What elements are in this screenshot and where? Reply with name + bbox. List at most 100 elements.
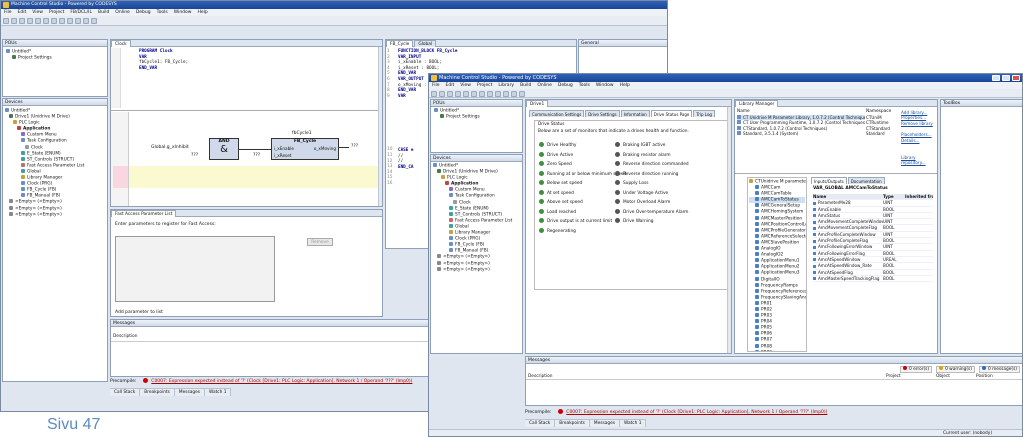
bottom-tab-watch1[interactable]: Watch 1	[205, 389, 232, 396]
library-action-link[interactable]: Details...	[901, 138, 937, 143]
bottom-tab-watch1[interactable]: Watch 1	[620, 420, 647, 427]
menu-item-window[interactable]: Window	[171, 9, 195, 16]
fast-access-list[interactable]	[115, 236, 275, 302]
menu-item-build[interactable]: Build	[95, 9, 112, 16]
new-icon[interactable]	[431, 90, 437, 97]
drive-scrollbar[interactable]	[727, 107, 731, 353]
save-icon[interactable]	[19, 17, 25, 24]
library-tree-item[interactable]: AMCHomingSystem	[749, 209, 805, 215]
clock-scrollbar[interactable]	[378, 47, 382, 206]
run-icon[interactable]	[83, 17, 89, 24]
library-action-link[interactable]: Remove library	[901, 121, 937, 126]
fb-output-placeholder[interactable]: ???	[253, 153, 260, 158]
menu-item-tools[interactable]: Tools	[576, 82, 593, 89]
drive-subtab[interactable]: Trip Log	[693, 110, 715, 117]
menu-item-edit[interactable]: Edit	[443, 82, 458, 89]
front-precompile-error[interactable]: C0007: Expression expected instead of '?…	[566, 410, 827, 415]
menu-item-build[interactable]: Build	[517, 82, 534, 89]
minimize-button[interactable]	[992, 75, 1000, 81]
undo-icon[interactable]	[27, 17, 33, 24]
menu-item-view[interactable]: View	[29, 9, 46, 16]
undo-icon[interactable]	[455, 90, 461, 97]
remove-button[interactable]: Remove	[307, 238, 333, 246]
tab-library-manager[interactable]: Library Manager	[735, 100, 779, 107]
library-tree-item[interactable]: AMCPositionControlLoop	[749, 221, 806, 228]
build-icon[interactable]	[67, 17, 73, 24]
menu-item-library[interactable]: Library	[495, 82, 517, 89]
login-icon[interactable]	[503, 90, 509, 97]
fb-out-placeholder[interactable]: ???	[351, 144, 358, 149]
menu-item-tools[interactable]: Tools	[154, 9, 171, 16]
menu-item-view[interactable]: View	[457, 82, 474, 89]
open-icon[interactable]	[439, 90, 445, 97]
library-row[interactable]: Standard, 3.5.1.4 (System)	[737, 131, 865, 136]
drive-subtab[interactable]: Drive Status Page	[650, 110, 693, 117]
library-tree-item[interactable]: FrequencyReferences	[749, 288, 806, 295]
menu-item-help[interactable]: Help	[617, 82, 633, 89]
add-parameter-link[interactable]: Add parameter to list	[115, 310, 163, 315]
menu-item-fbdclil[interactable]: FB/DCL/IL	[67, 9, 95, 16]
lib-subtab[interactable]: Inputs/Outputs	[811, 177, 847, 184]
tab-fast-access[interactable]: Fast Access Parameter List	[111, 210, 177, 217]
close-button[interactable]	[1012, 75, 1020, 81]
redo-icon[interactable]	[35, 17, 41, 24]
new-icon[interactable]	[3, 17, 9, 24]
tree-item[interactable]: <Empty> (<Empty>)	[5, 211, 105, 218]
paste-icon[interactable]	[59, 17, 65, 24]
library-action-link[interactable]: Placeholders...	[901, 132, 937, 137]
copy-icon[interactable]	[51, 17, 57, 24]
clock-declaration[interactable]: PROGRAM Clock VAR fbCycle1: FB_Cycle; END_…	[139, 49, 188, 71]
menu-item-help[interactable]: Help	[194, 9, 210, 16]
library-tree-item[interactable]: FrequencyRamps	[749, 282, 805, 289]
lib-subtab[interactable]: Documentation	[847, 177, 885, 184]
menu-item-file[interactable]: File	[1, 9, 15, 16]
menu-item-project[interactable]: Project	[474, 82, 495, 89]
build-icon[interactable]	[495, 90, 501, 97]
message-count-filter[interactable]: 0 error(s)	[899, 365, 933, 373]
and-block[interactable]: AND &	[209, 138, 239, 160]
copy-icon[interactable]	[479, 90, 485, 97]
stop-icon[interactable]	[519, 90, 525, 97]
bottom-tab-messages[interactable]: Messages	[590, 420, 620, 427]
tab-drive1[interactable]: Drive1	[526, 100, 549, 107]
fb-cycle-body[interactable]: CASE e // //END_CA	[398, 148, 414, 170]
run-icon[interactable]	[511, 90, 517, 97]
maximize-button[interactable]	[1002, 75, 1010, 81]
menu-item-edit[interactable]: Edit	[15, 9, 30, 16]
redo-icon[interactable]	[463, 90, 469, 97]
tab-global[interactable]: Global	[414, 40, 437, 47]
tree-item[interactable]: Project Settings	[6, 55, 104, 61]
paste-icon[interactable]	[487, 90, 493, 97]
menu-item-online[interactable]: Online	[112, 9, 133, 16]
menu-item-project[interactable]: Project	[46, 9, 67, 16]
open-icon[interactable]	[11, 17, 17, 24]
message-count-filter[interactable]: 0 message(s)	[978, 365, 1020, 373]
menu-item-debug[interactable]: Debug	[133, 9, 154, 16]
save-icon[interactable]	[447, 90, 453, 97]
tree-item[interactable]: <Empty> (<Empty>)	[433, 266, 520, 273]
tree-item[interactable]: Project Settings	[434, 114, 519, 120]
login-icon[interactable]	[75, 17, 81, 24]
bottom-tab-callstack[interactable]: Call Stack	[110, 389, 141, 396]
drive-subtab[interactable]: Information	[620, 110, 650, 117]
bottom-tab-breakpoints[interactable]: Breakpoints	[555, 420, 590, 427]
library-tree-item[interactable]: AMCProfileGenerator	[749, 227, 806, 234]
library-tree-item[interactable]: AMCMasterPosition	[749, 215, 805, 222]
bottom-tab-breakpoints[interactable]: Breakpoints	[140, 389, 175, 396]
bottom-tab-callstack[interactable]: Call Stack	[525, 420, 556, 427]
stop-icon[interactable]	[91, 17, 97, 24]
menu-item-debug[interactable]: Debug	[555, 82, 576, 89]
message-count-filter[interactable]: 0 warning(s)	[936, 365, 975, 373]
menu-item-window[interactable]: Window	[593, 82, 617, 89]
library-tree-item[interactable]: FrequencySlavingAndPo	[749, 294, 806, 301]
tab-clock[interactable]: Clock	[111, 40, 131, 47]
bottom-tab-messages[interactable]: Messages	[175, 389, 205, 396]
library-tree-item[interactable]: ApplicationMenu3	[749, 270, 805, 276]
menu-item-file[interactable]: File	[429, 82, 443, 89]
fb-cycle-block[interactable]: FB_Cycle i_xEnable i_xReset o_xMoving	[271, 138, 339, 160]
menu-item-online[interactable]: Online	[534, 82, 555, 89]
tab-fbcycle[interactable]: FB_Cycle	[386, 40, 414, 47]
lib-table-row[interactable]: AmcMasterSpeedTrackingFlag BOOL	[813, 276, 933, 283]
library-action-link[interactable]: Library repository...	[901, 155, 937, 166]
drive-subtab[interactable]: Communication Settings	[529, 110, 585, 117]
